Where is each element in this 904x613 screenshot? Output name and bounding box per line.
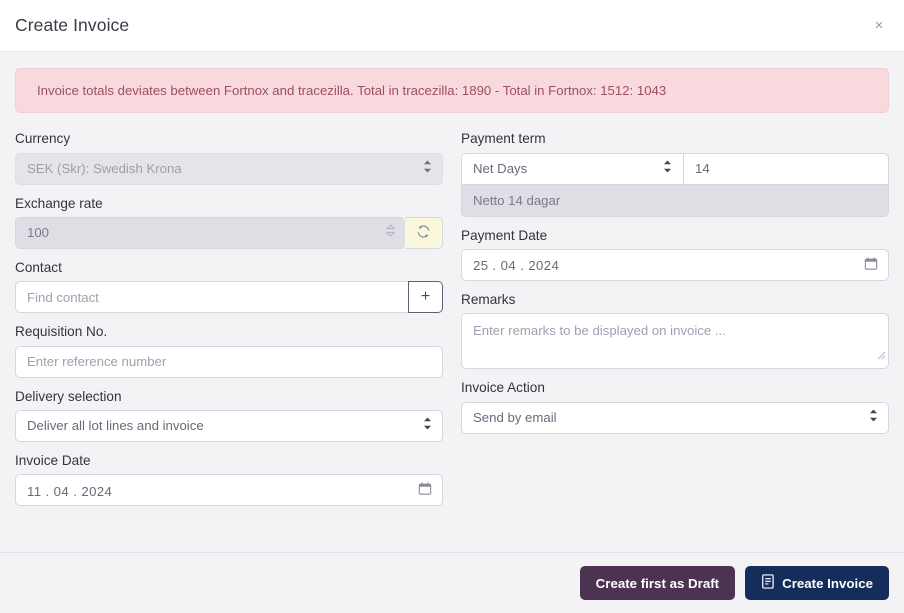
invoice-action-select[interactable]: Send by email	[461, 402, 889, 434]
remarks-textarea[interactable]	[461, 313, 889, 369]
delivery-selection-label: Delivery selection	[15, 388, 443, 406]
contact-field: Contact +	[15, 259, 443, 313]
contact-label: Contact	[15, 259, 443, 277]
contact-input[interactable]	[15, 281, 408, 313]
invoice-document-icon	[761, 574, 775, 592]
requisition-no-field: Requisition No.	[15, 323, 443, 377]
payment-date-input[interactable]: 25 . 04 . 2024	[461, 249, 889, 281]
exchange-rate-field: Exchange rate	[15, 195, 443, 249]
invoice-date-input[interactable]: 11 . 04 . 2024	[15, 474, 443, 506]
requisition-no-input[interactable]	[15, 346, 443, 378]
delivery-selection-select-wrap: Deliver all lot lines and invoice	[15, 410, 443, 442]
remarks-label: Remarks	[461, 291, 889, 309]
invoice-date-label: Invoice Date	[15, 452, 443, 470]
create-first-as-draft-label: Create first as Draft	[596, 576, 719, 591]
invoice-action-field: Invoice Action Send by email	[461, 379, 889, 433]
modal-body: Invoice totals deviates between Fortnox …	[0, 52, 904, 552]
invoice-total-deviation-alert: Invoice totals deviates between Fortnox …	[15, 68, 889, 113]
delivery-selection-select[interactable]: Deliver all lot lines and invoice	[15, 410, 443, 442]
create-invoice-modal: Create Invoice × Invoice totals deviates…	[0, 0, 904, 613]
invoice-action-select-wrap: Send by email	[461, 402, 889, 434]
currency-field: Currency SEK (Skr): Swedish Krona	[15, 130, 443, 184]
payment-term-group: Net Days	[461, 153, 889, 185]
modal-footer: Create first as Draft Create Invoice	[0, 552, 904, 613]
create-first-as-draft-button[interactable]: Create first as Draft	[580, 566, 735, 600]
calendar-icon[interactable]	[864, 256, 878, 273]
payment-date-field: Payment Date 25 . 04 . 2024	[461, 227, 889, 281]
currency-select[interactable]: SEK (Skr): Swedish Krona	[15, 153, 443, 185]
invoice-date-field: Invoice Date 11 . 04 . 2024	[15, 452, 443, 506]
currency-select-wrap: SEK (Skr): Swedish Krona	[15, 153, 443, 185]
add-contact-button[interactable]: +	[408, 281, 443, 313]
invoice-action-label: Invoice Action	[461, 379, 889, 397]
currency-label: Currency	[15, 130, 443, 148]
payment-term-field: Payment term Net Days Netto 14 dagar	[461, 130, 889, 216]
delivery-selection-field: Delivery selection Deliver all lot lines…	[15, 388, 443, 442]
page-title: Create Invoice	[15, 15, 129, 36]
remarks-wrap	[461, 313, 889, 369]
create-invoice-button[interactable]: Create Invoice	[745, 566, 889, 600]
exchange-rate-label: Exchange rate	[15, 195, 443, 213]
payment-term-days-input[interactable]	[683, 153, 889, 185]
close-icon[interactable]: ×	[868, 15, 890, 37]
refresh-icon	[416, 224, 431, 242]
modal-header: Create Invoice ×	[0, 0, 904, 52]
exchange-rate-group	[15, 217, 443, 249]
invoice-date-value: 11 . 04 . 2024	[27, 475, 431, 507]
payment-term-type-select[interactable]: Net Days	[461, 153, 683, 185]
form-column-right: Payment term Net Days Netto 14 dagar	[452, 130, 889, 516]
payment-date-value: 25 . 04 . 2024	[473, 250, 877, 282]
payment-date-label: Payment Date	[461, 227, 889, 245]
exchange-rate-input[interactable]	[15, 217, 405, 249]
form-columns: Currency SEK (Skr): Swedish Krona Exchan…	[15, 130, 889, 516]
payment-term-description: Netto 14 dagar	[461, 185, 889, 217]
refresh-exchange-rate-button[interactable]	[405, 217, 443, 249]
contact-group: +	[15, 281, 443, 313]
calendar-icon[interactable]	[418, 482, 432, 499]
payment-term-label: Payment term	[461, 130, 889, 148]
create-invoice-label: Create Invoice	[782, 576, 873, 591]
form-column-left: Currency SEK (Skr): Swedish Krona Exchan…	[15, 130, 452, 516]
remarks-field: Remarks	[461, 291, 889, 369]
requisition-no-label: Requisition No.	[15, 323, 443, 341]
